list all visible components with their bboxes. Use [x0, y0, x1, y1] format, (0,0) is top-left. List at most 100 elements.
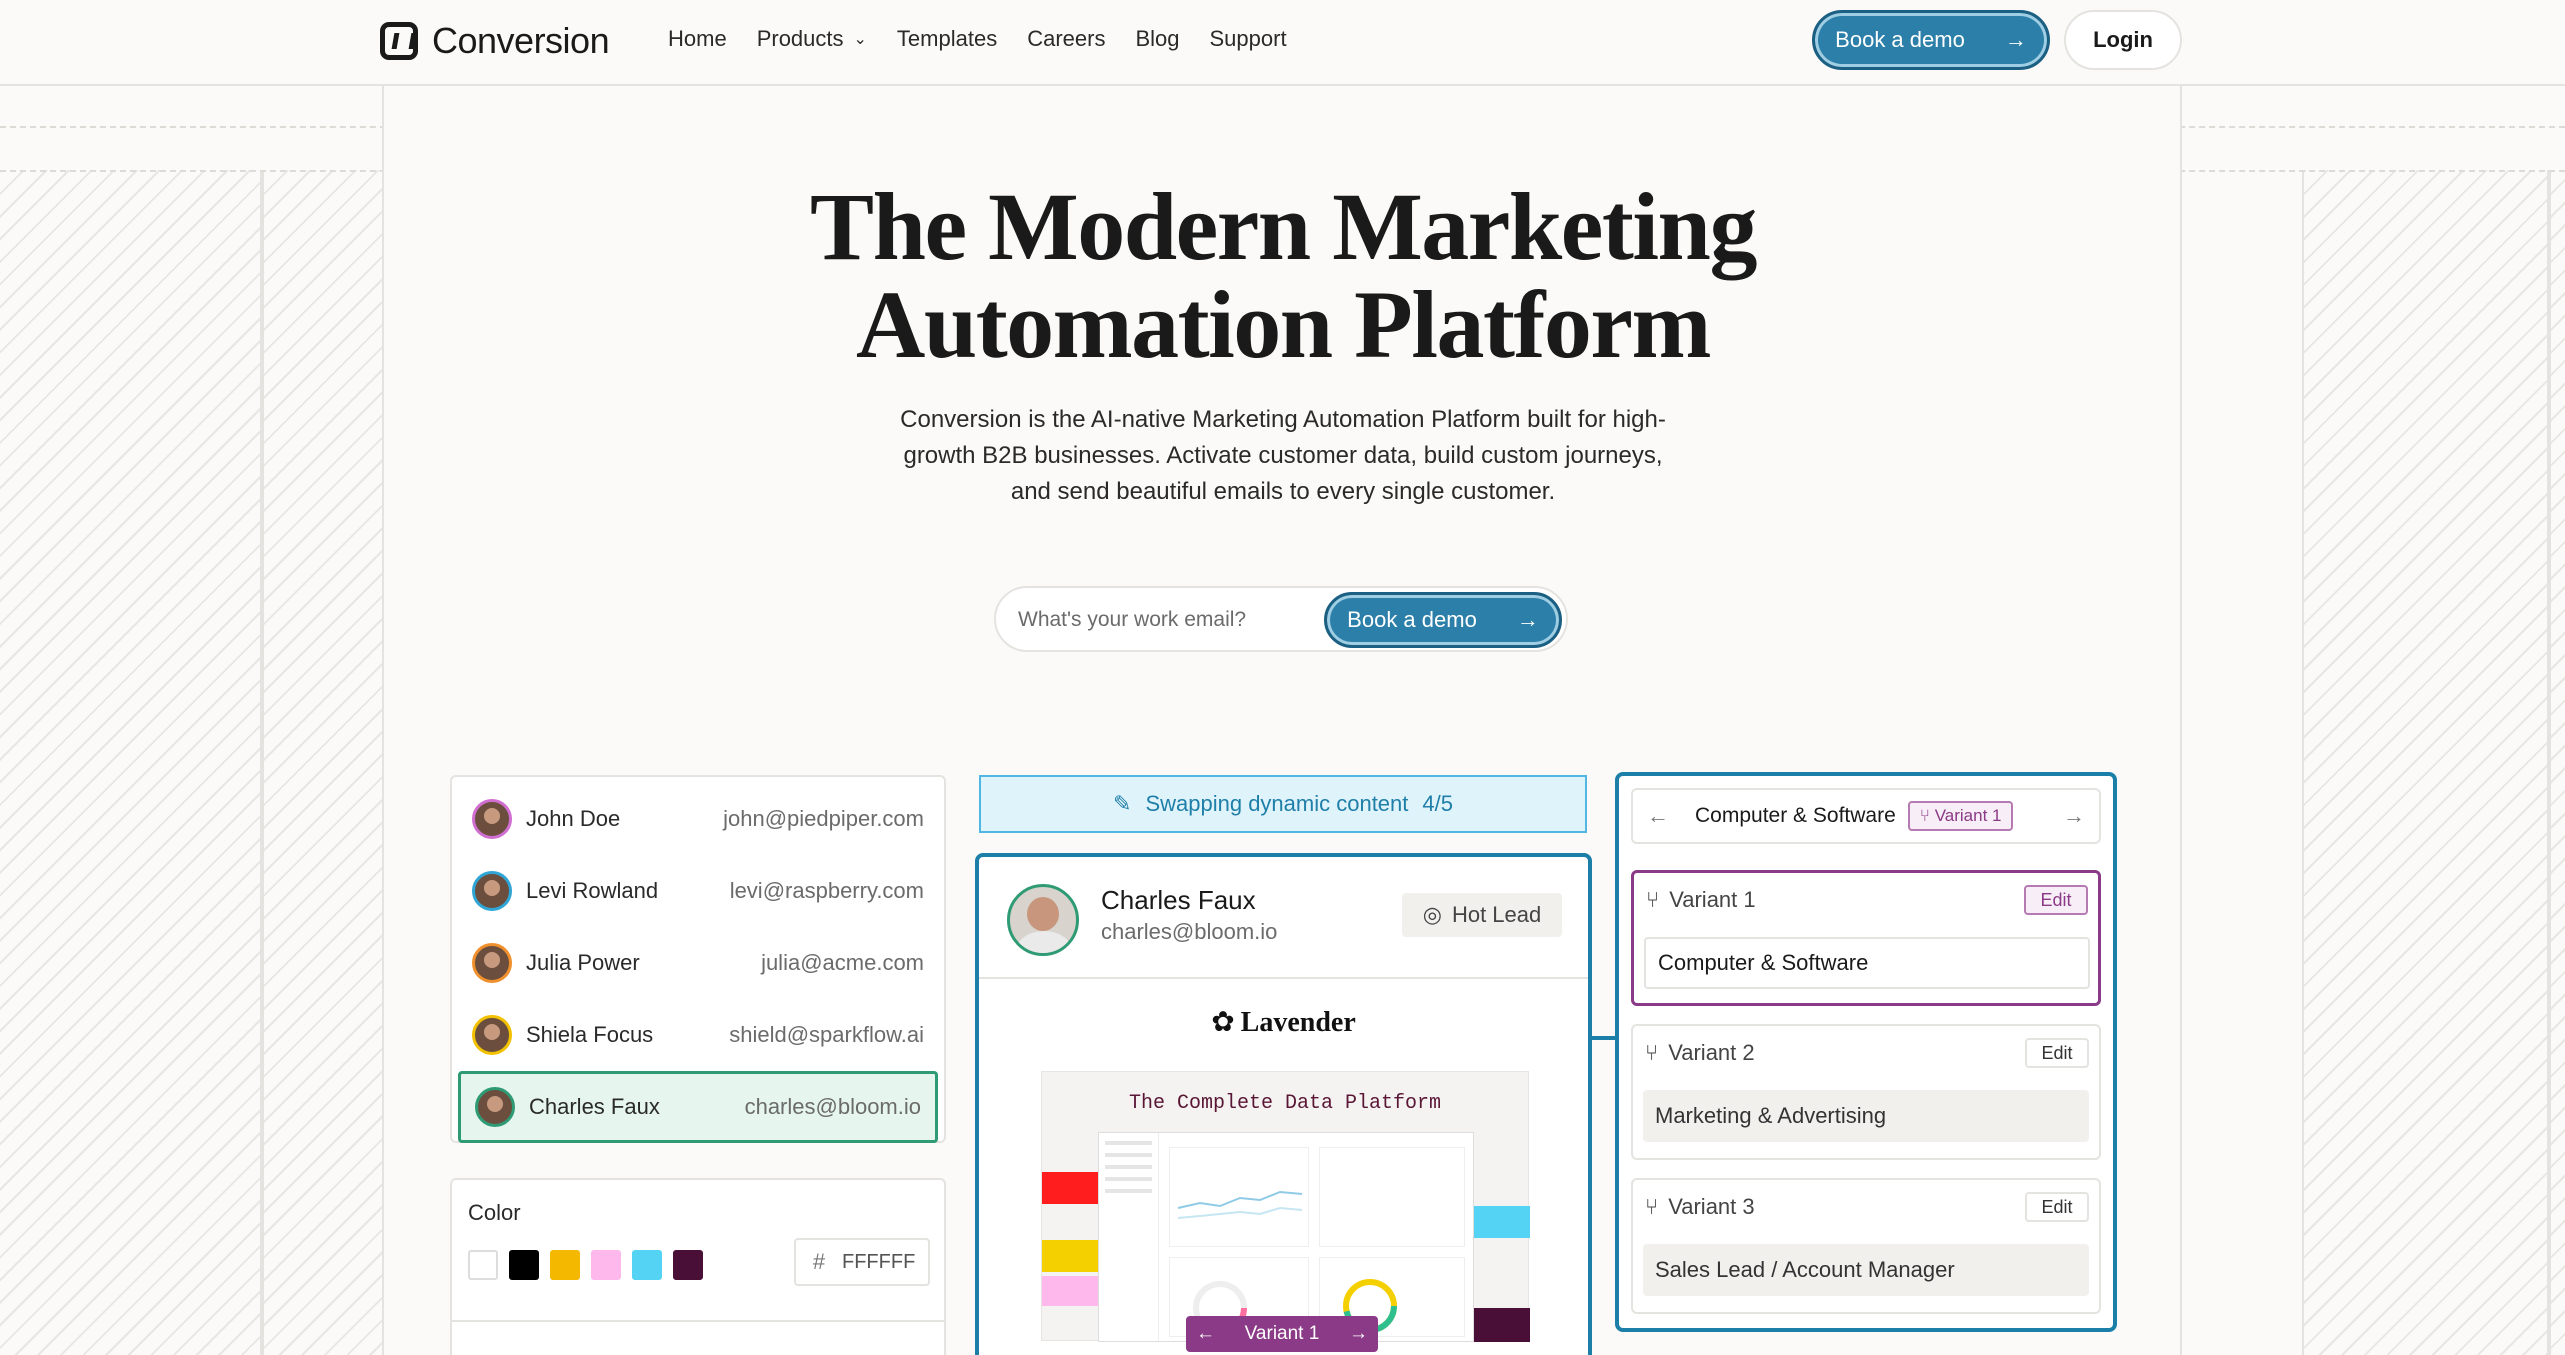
nav-label: Careers: [1027, 26, 1106, 51]
nav-label: Support: [1209, 26, 1287, 51]
contact-row[interactable]: Julia Power julia@acme.com: [458, 927, 938, 999]
contact-name: Charles Faux: [529, 1094, 660, 1119]
edit-variant-button[interactable]: Edit: [2024, 885, 2088, 915]
variant-name: Variant 1: [1669, 887, 1756, 912]
contact-row[interactable]: Shiela Focus shield@sparkflow.ai: [458, 999, 938, 1071]
badge-label: Hot Lead: [1451, 902, 1542, 927]
hex-value: FFFFFF: [842, 1250, 916, 1273]
brand-logo[interactable]: Conversion: [380, 20, 610, 62]
hatched-background: [2549, 170, 2565, 1355]
contact-email: levi@raspberry.com: [729, 878, 924, 903]
hatched-background: [0, 170, 262, 1355]
variant-value[interactable]: Sales Lead / Account Manager: [1643, 1244, 2089, 1296]
target-icon: ◎: [1422, 902, 1442, 927]
recipient-email: charles@bloom.io: [1101, 919, 1278, 944]
badge-label: Variant 1: [1934, 806, 2002, 825]
variant-value[interactable]: Computer & Software: [1644, 937, 2090, 989]
arrow-right-icon: →: [1516, 607, 1539, 632]
contact-row[interactable]: Charles Faux charles@bloom.io: [458, 1071, 938, 1143]
contact-email: charles@bloom.io: [744, 1094, 921, 1119]
edit-variant-button[interactable]: Edit: [2025, 1038, 2089, 1068]
nav-templates[interactable]: Templates: [897, 26, 997, 52]
variant-switcher[interactable]: ← Variant 1 →: [1186, 1316, 1378, 1352]
nav-support[interactable]: Support: [1210, 26, 1287, 52]
nav-products[interactable]: Products ⌄: [757, 26, 867, 52]
brand-name: Conversion: [432, 20, 610, 61]
color-swatch[interactable]: [468, 1250, 498, 1280]
avatar: [475, 1087, 515, 1127]
variant-block: ⑂ Variant 3 Edit Sales Lead / Account Manag…: [1631, 1178, 2101, 1314]
dashboard-screenshot: [1098, 1132, 1474, 1342]
decor-block: [1042, 1276, 1098, 1306]
hex-input[interactable]: # FFFFFF: [794, 1238, 930, 1286]
branch-icon: ⑂: [1645, 1194, 1659, 1219]
variant-value[interactable]: Marketing & Advertising: [1643, 1090, 2089, 1142]
contact-list: John Doe john@piedpiper.com Levi Rowland le…: [450, 775, 946, 1143]
avatar: [472, 799, 512, 839]
color-label: Color: [468, 1200, 521, 1225]
login-button[interactable]: Login: [2064, 10, 2182, 70]
hero-title: The Modern Marketing Automation Platform: [700, 178, 1866, 374]
variant-label: ⑂ Variant 3: [1645, 1194, 1755, 1220]
edit-variant-button[interactable]: Edit: [2025, 1192, 2089, 1222]
variant-name: Variant 2: [1668, 1040, 1755, 1065]
email-signup-form: What's your work email? Book a demo →: [994, 586, 1568, 652]
nav-label: Home: [668, 26, 727, 51]
variant-label: ⑂ Variant 2: [1645, 1040, 1755, 1066]
hash-icon: #: [812, 1249, 826, 1274]
nav-label: Blog: [1135, 26, 1180, 51]
color-swatch[interactable]: [509, 1250, 539, 1280]
variant-pill-label: Variant 1: [1244, 1323, 1320, 1344]
variant-block: ⑂ Variant 2 Edit Marketing & Advertising: [1631, 1024, 2101, 1160]
book-demo-button[interactable]: Book a demo →: [1812, 10, 2050, 70]
email-card-header: Charles Faux charles@bloom.io ◎ Hot Lead: [979, 857, 1588, 979]
nav-blog[interactable]: Blog: [1135, 26, 1179, 52]
connector-line: [1592, 1036, 1615, 1040]
contact-name: Levi Rowland: [526, 878, 659, 903]
email-hero-image: The Complete Data Platform: [1041, 1071, 1530, 1342]
swap-text: Swapping dynamic content: [1145, 791, 1409, 816]
color-swatch[interactable]: [550, 1250, 580, 1280]
nav-home[interactable]: Home: [668, 26, 727, 52]
brand-label: Lavender: [1240, 1007, 1356, 1038]
mini-sidebar: [1099, 1133, 1159, 1341]
color-swatch[interactable]: [673, 1250, 703, 1280]
decor-block: [1042, 1240, 1098, 1272]
arrow-left-icon[interactable]: ←: [1196, 1323, 1215, 1345]
divider: [2180, 86, 2182, 1355]
email-brand: ✿ Lavender: [979, 1005, 1588, 1039]
arrow-left-icon[interactable]: ←: [1633, 803, 1683, 829]
hatched-rail-right: [2302, 170, 2549, 1355]
arrow-right-icon[interactable]: →: [2049, 803, 2099, 829]
decor-block: [1042, 1172, 1098, 1204]
book-demo-hero-button[interactable]: Book a demo →: [1324, 592, 1562, 648]
mini-table-panel: [1319, 1147, 1465, 1247]
color-swatch[interactable]: [591, 1250, 621, 1280]
contact-name: Julia Power: [526, 950, 640, 975]
nav-label: Products: [756, 26, 844, 51]
nav-careers[interactable]: Careers: [1027, 26, 1105, 52]
decor-block: [1474, 1206, 1530, 1238]
segment-title: Computer & Software: [1695, 804, 1896, 827]
work-email-input[interactable]: What's your work email?: [1018, 608, 1246, 632]
color-swatch[interactable]: [632, 1250, 662, 1280]
hero-title-line: Automation Platform: [855, 271, 1712, 378]
flower-logo-icon: ✿: [1211, 1005, 1235, 1038]
divider: [452, 1320, 944, 1322]
arrow-right-icon[interactable]: →: [1349, 1323, 1368, 1345]
magic-wand-icon: ✎: [1113, 791, 1132, 816]
variant-block: ⑂ Variant 1 Edit Computer & Software: [1631, 870, 2101, 1006]
variants-header: ← Computer & Software ⑂ Variant 1 →: [1631, 788, 2101, 844]
branch-icon: ⑂: [1645, 1040, 1659, 1065]
top-nav: Conversion Home Products ⌄ Templates Care…: [0, 0, 2565, 86]
contact-row[interactable]: Levi Rowland levi@raspberry.com: [458, 855, 938, 927]
contact-email: john@piedpiper.com: [723, 806, 924, 831]
contact-email: julia@acme.com: [761, 950, 924, 975]
logo-icon: [380, 22, 418, 60]
swap-count: 4/5: [1422, 791, 1453, 816]
contact-name: Shiela Focus: [526, 1022, 654, 1047]
button-label: Book a demo: [1347, 607, 1477, 632]
contact-row[interactable]: John Doe john@piedpiper.com: [458, 783, 938, 855]
avatar: [472, 943, 512, 983]
button-label: Book a demo: [1835, 27, 1965, 52]
